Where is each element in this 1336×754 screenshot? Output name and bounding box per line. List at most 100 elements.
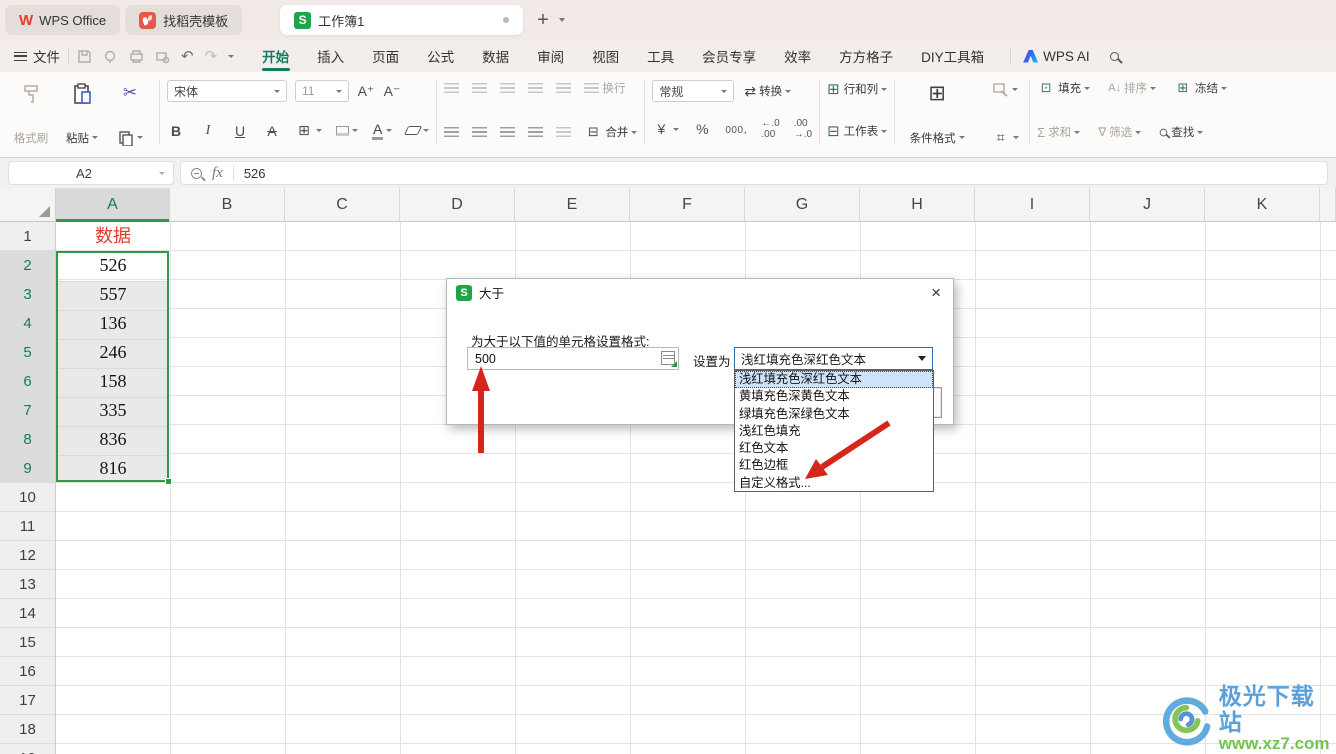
save-icon[interactable] bbox=[77, 49, 92, 64]
column-header-A[interactable]: A bbox=[56, 188, 170, 222]
row-header-13[interactable]: 13 bbox=[0, 570, 55, 599]
row-header-9[interactable]: 9 bbox=[0, 454, 55, 483]
ribbon-tab-方方格子[interactable]: 方方格子 bbox=[825, 40, 907, 72]
bold-button[interactable]: B bbox=[167, 123, 185, 139]
align-left-icon[interactable] bbox=[444, 127, 460, 137]
dropdown-option-4[interactable]: 浅红色填充 bbox=[735, 423, 933, 440]
increase-indent-icon[interactable] bbox=[556, 83, 572, 93]
row-header-10[interactable]: 10 bbox=[0, 483, 55, 512]
ribbon-tab-开始[interactable]: 开始 bbox=[248, 40, 303, 72]
tab-list-chevron-icon[interactable] bbox=[558, 18, 565, 22]
ribbon-tab-页面[interactable]: 页面 bbox=[358, 40, 413, 72]
undo-icon[interactable]: ↶ bbox=[181, 47, 194, 65]
row-header-19[interactable]: 19 bbox=[0, 744, 55, 754]
increase-decimal-button[interactable]: ←.0.00 bbox=[761, 118, 779, 140]
file-menu[interactable]: 文件 bbox=[14, 46, 60, 66]
sum-button[interactable]: Σ 求和 bbox=[1037, 124, 1081, 140]
row-header-2[interactable]: 2 bbox=[0, 251, 55, 280]
dropdown-option-1[interactable]: 浅红填充色深红色文本 bbox=[735, 371, 933, 389]
dropdown-option-6[interactable]: 红色边框 bbox=[735, 457, 933, 474]
fill-button[interactable]: ⊡ 填充 bbox=[1037, 80, 1091, 96]
row-header-4[interactable]: 4 bbox=[0, 309, 55, 338]
clear-format-icon[interactable] bbox=[404, 126, 423, 136]
threshold-input[interactable] bbox=[467, 347, 679, 370]
number-format-select[interactable]: 常规 bbox=[652, 80, 735, 102]
row-header-3[interactable]: 3 bbox=[0, 280, 55, 309]
column-header-I[interactable]: I bbox=[975, 188, 1090, 221]
draw-border-icon[interactable]: ⌗ bbox=[992, 129, 1010, 146]
select-all-corner[interactable] bbox=[0, 188, 56, 222]
currency-button[interactable]: ¥ bbox=[652, 121, 670, 137]
ribbon-tab-数据[interactable]: 数据 bbox=[468, 40, 523, 72]
text-orientation-icon[interactable] bbox=[556, 127, 572, 137]
percent-button[interactable]: % bbox=[693, 121, 711, 137]
tab-docer-templates[interactable]: 找稻壳模板 bbox=[125, 5, 243, 35]
column-header-K[interactable]: K bbox=[1205, 188, 1320, 221]
print-icon[interactable] bbox=[129, 49, 144, 64]
row-header-12[interactable]: 12 bbox=[0, 541, 55, 570]
tab-wps-office[interactable]: W WPS Office bbox=[5, 5, 121, 35]
thousands-button[interactable]: 000, bbox=[725, 122, 747, 136]
find-button[interactable]: 查找 bbox=[1159, 124, 1204, 140]
row-header-5[interactable]: 5 bbox=[0, 338, 55, 367]
ribbon-tab-插入[interactable]: 插入 bbox=[303, 40, 358, 72]
dialog-title-bar[interactable]: S 大于 × bbox=[447, 279, 953, 306]
row-header-15[interactable]: 15 bbox=[0, 628, 55, 657]
cell-style-icon[interactable] bbox=[992, 82, 1009, 97]
wrap-text-icon[interactable] bbox=[584, 83, 600, 93]
export-icon[interactable] bbox=[103, 49, 118, 64]
decrease-decimal-button[interactable]: .00 →.0 bbox=[794, 118, 812, 140]
column-header-J[interactable]: J bbox=[1090, 188, 1205, 221]
align-center-icon[interactable] bbox=[472, 127, 488, 137]
column-header-B[interactable]: B bbox=[170, 188, 285, 221]
format-painter-button[interactable]: 格式刷 bbox=[6, 80, 56, 146]
dropdown-option-3[interactable]: 绿填充色深绿色文本 bbox=[735, 406, 933, 423]
name-box[interactable]: A2 bbox=[8, 161, 174, 185]
align-bottom-icon[interactable] bbox=[500, 83, 516, 93]
search-icon[interactable] bbox=[1109, 51, 1119, 61]
filter-button[interactable]: ∇ 筛选 bbox=[1098, 124, 1142, 140]
italic-button[interactable]: I bbox=[199, 123, 217, 139]
row-header-17[interactable]: 17 bbox=[0, 686, 55, 715]
row-header-14[interactable]: 14 bbox=[0, 599, 55, 628]
cut-icon[interactable]: ✂ bbox=[123, 83, 137, 103]
close-icon[interactable]: × bbox=[928, 284, 944, 301]
decrease-font-button[interactable]: A⁻ bbox=[383, 83, 401, 100]
formula-field[interactable]: fx 526 bbox=[180, 161, 1328, 185]
print-preview-icon[interactable] bbox=[155, 49, 170, 64]
fill-handle[interactable] bbox=[165, 478, 172, 485]
underline-button[interactable]: U bbox=[231, 123, 249, 139]
merge-cells-icon[interactable]: ⊟ bbox=[584, 124, 602, 140]
dropdown-option-5[interactable]: 红色文本 bbox=[735, 440, 933, 457]
font-color-icon[interactable]: A bbox=[372, 121, 384, 140]
column-header-G[interactable]: G bbox=[745, 188, 860, 221]
column-header-E[interactable]: E bbox=[515, 188, 630, 221]
quick-access-chevron-icon[interactable] bbox=[228, 54, 235, 58]
ribbon-tab-审阅[interactable]: 审阅 bbox=[523, 40, 578, 72]
copy-chevron-icon[interactable] bbox=[136, 136, 143, 139]
fill-color-icon[interactable] bbox=[336, 125, 349, 136]
ribbon-tab-会员专享[interactable]: 会员专享 bbox=[688, 40, 770, 72]
freeze-button[interactable]: ⊞ 冻结 bbox=[1174, 80, 1227, 96]
row-header-8[interactable]: 8 bbox=[0, 425, 55, 454]
conditional-format-button[interactable]: 条件格式 bbox=[910, 130, 965, 146]
row-header-18[interactable]: 18 bbox=[0, 715, 55, 744]
column-header-partial[interactable] bbox=[1320, 188, 1336, 221]
font-size-select[interactable]: 11 bbox=[295, 80, 349, 102]
column-header-C[interactable]: C bbox=[285, 188, 400, 221]
ribbon-tab-公式[interactable]: 公式 bbox=[413, 40, 468, 72]
rows-cols-button[interactable]: 行和列 bbox=[844, 81, 888, 97]
tab-workbook1[interactable]: S 工作簿1 bbox=[280, 5, 524, 35]
align-middle-icon[interactable] bbox=[472, 83, 488, 93]
align-right-icon[interactable] bbox=[500, 127, 516, 137]
justify-icon[interactable] bbox=[528, 127, 544, 137]
zoom-formula-icon[interactable] bbox=[191, 167, 202, 179]
row-header-1[interactable]: 1 bbox=[0, 222, 55, 251]
cell-A1[interactable]: 数据 bbox=[56, 222, 170, 251]
increase-font-button[interactable]: A⁺ bbox=[357, 83, 375, 100]
row-header-7[interactable]: 7 bbox=[0, 396, 55, 425]
column-header-D[interactable]: D bbox=[400, 188, 515, 221]
dropdown-option-2[interactable]: 黄填充色深黄色文本 bbox=[735, 388, 933, 405]
column-header-H[interactable]: H bbox=[860, 188, 975, 221]
align-top-icon[interactable] bbox=[444, 83, 460, 93]
